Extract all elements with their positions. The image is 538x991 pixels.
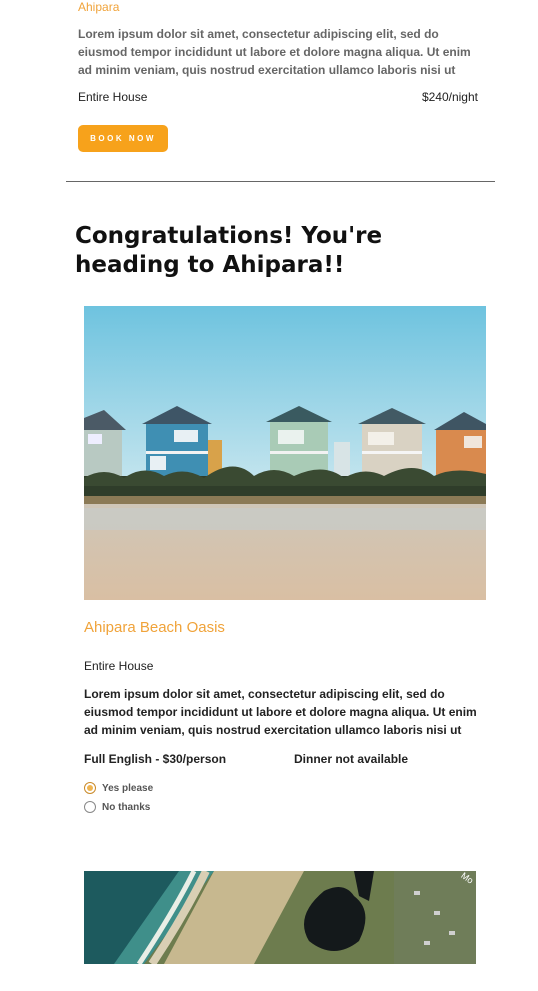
- listing-location: Ahipara: [78, 0, 120, 14]
- property-type: Entire House: [84, 659, 154, 673]
- dinner-option: Dinner not available: [294, 752, 409, 766]
- section-divider: [66, 181, 495, 182]
- listing-type: Entire House: [78, 90, 148, 104]
- confirmation-heading: Congratulations! You're heading to Ahipa…: [75, 223, 383, 278]
- radio-button-unchecked[interactable]: [84, 801, 96, 813]
- breakfast-yes-option[interactable]: Yes please: [84, 782, 153, 794]
- listing-description: Lorem ipsum dolor sit amet, consectetur …: [78, 27, 471, 77]
- location-map[interactable]: Mo: [84, 871, 476, 964]
- radio-button-checked[interactable]: [84, 782, 96, 794]
- breakfast-option: Full English - $30/person: [84, 752, 227, 766]
- radio-label-yes: Yes please: [102, 782, 154, 794]
- book-now-button[interactable]: BOOK NOW: [78, 125, 168, 152]
- listing-price: $240/night: [421, 90, 478, 104]
- breakfast-no-option[interactable]: No thanks: [84, 801, 150, 813]
- radio-label-no: No thanks: [102, 801, 151, 813]
- property-photo: [84, 306, 486, 600]
- property-description: Lorem ipsum dolor sit amet, consectetur …: [84, 687, 477, 737]
- property-name[interactable]: Ahipara Beach Oasis: [84, 619, 225, 636]
